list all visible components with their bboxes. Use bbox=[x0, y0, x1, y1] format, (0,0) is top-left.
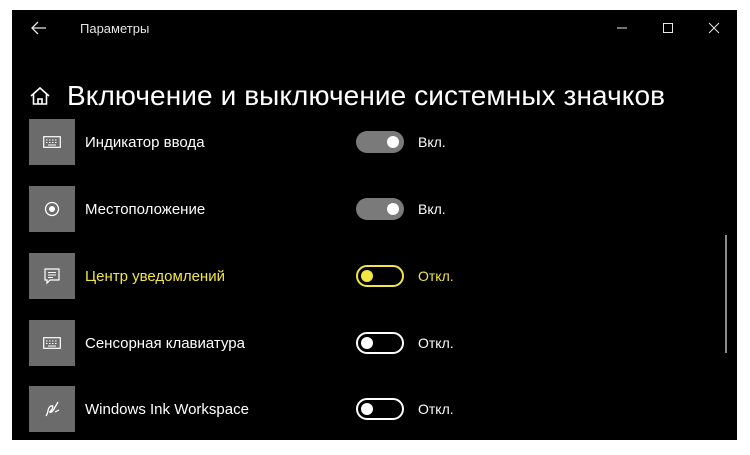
icon-tile bbox=[29, 253, 75, 299]
toggle-notification-center[interactable] bbox=[356, 265, 404, 287]
home-icon bbox=[30, 86, 50, 105]
toggle-state-label: Откл. bbox=[418, 335, 454, 351]
list-item-touch-keyboard: Сенсорная клавиатура Откл. bbox=[12, 320, 712, 366]
windows-ink-icon bbox=[45, 401, 60, 417]
toggle-knob bbox=[361, 403, 373, 415]
location-icon bbox=[44, 201, 60, 217]
item-label: Сенсорная клавиатура bbox=[85, 335, 245, 352]
list-item-location: Местоположение Вкл. bbox=[12, 186, 712, 232]
settings-window: Параметры Включение и выключение системн… bbox=[12, 10, 737, 440]
back-arrow-icon bbox=[31, 21, 46, 35]
touch-keyboard-icon bbox=[43, 337, 61, 349]
maximize-button[interactable] bbox=[645, 10, 691, 46]
icon-tile bbox=[29, 320, 75, 366]
toggle-knob bbox=[387, 136, 399, 148]
item-label: Центр уведомлений bbox=[85, 268, 225, 285]
back-button[interactable] bbox=[26, 16, 52, 40]
list-item-input-indicator: Индикатор ввода Вкл. bbox=[12, 119, 712, 165]
maximize-icon bbox=[663, 23, 673, 33]
scrollbar[interactable] bbox=[725, 235, 727, 353]
page-header: Включение и выключение системных значков bbox=[29, 76, 665, 116]
toggle-windows-ink[interactable] bbox=[356, 398, 404, 420]
toggle-location[interactable] bbox=[356, 198, 404, 220]
item-label: Индикатор ввода bbox=[85, 134, 205, 151]
icon-tile bbox=[29, 186, 75, 232]
close-button[interactable] bbox=[691, 10, 737, 46]
item-label: Местоположение bbox=[85, 201, 206, 218]
toggle-knob bbox=[361, 270, 373, 282]
title-bar: Параметры bbox=[12, 10, 737, 46]
minimize-icon bbox=[617, 27, 627, 29]
toggle-state-label: Откл. bbox=[418, 401, 454, 417]
minimize-button[interactable] bbox=[599, 10, 645, 46]
keyboard-icon bbox=[43, 136, 61, 148]
toggle-state-label: Откл. bbox=[418, 268, 454, 284]
notification-center-icon bbox=[44, 267, 60, 284]
list-item-notification-center: Центр уведомлений Откл. bbox=[12, 253, 712, 299]
toggle-state-label: Вкл. bbox=[418, 201, 446, 217]
toggle-knob bbox=[387, 203, 399, 215]
item-label: Windows Ink Workspace bbox=[85, 401, 249, 418]
close-icon bbox=[708, 22, 720, 34]
toggle-state-label: Вкл. bbox=[418, 134, 446, 150]
page-title: Включение и выключение системных значков bbox=[67, 80, 666, 111]
app-title: Параметры bbox=[80, 21, 150, 36]
icon-tile bbox=[29, 119, 75, 165]
toggle-knob bbox=[361, 337, 373, 349]
list-item-windows-ink: Windows Ink Workspace Откл. bbox=[12, 386, 712, 432]
toggle-touch-keyboard[interactable] bbox=[356, 332, 404, 354]
window-controls bbox=[599, 10, 737, 46]
toggle-input-indicator[interactable] bbox=[356, 131, 404, 153]
icon-tile bbox=[29, 386, 75, 432]
